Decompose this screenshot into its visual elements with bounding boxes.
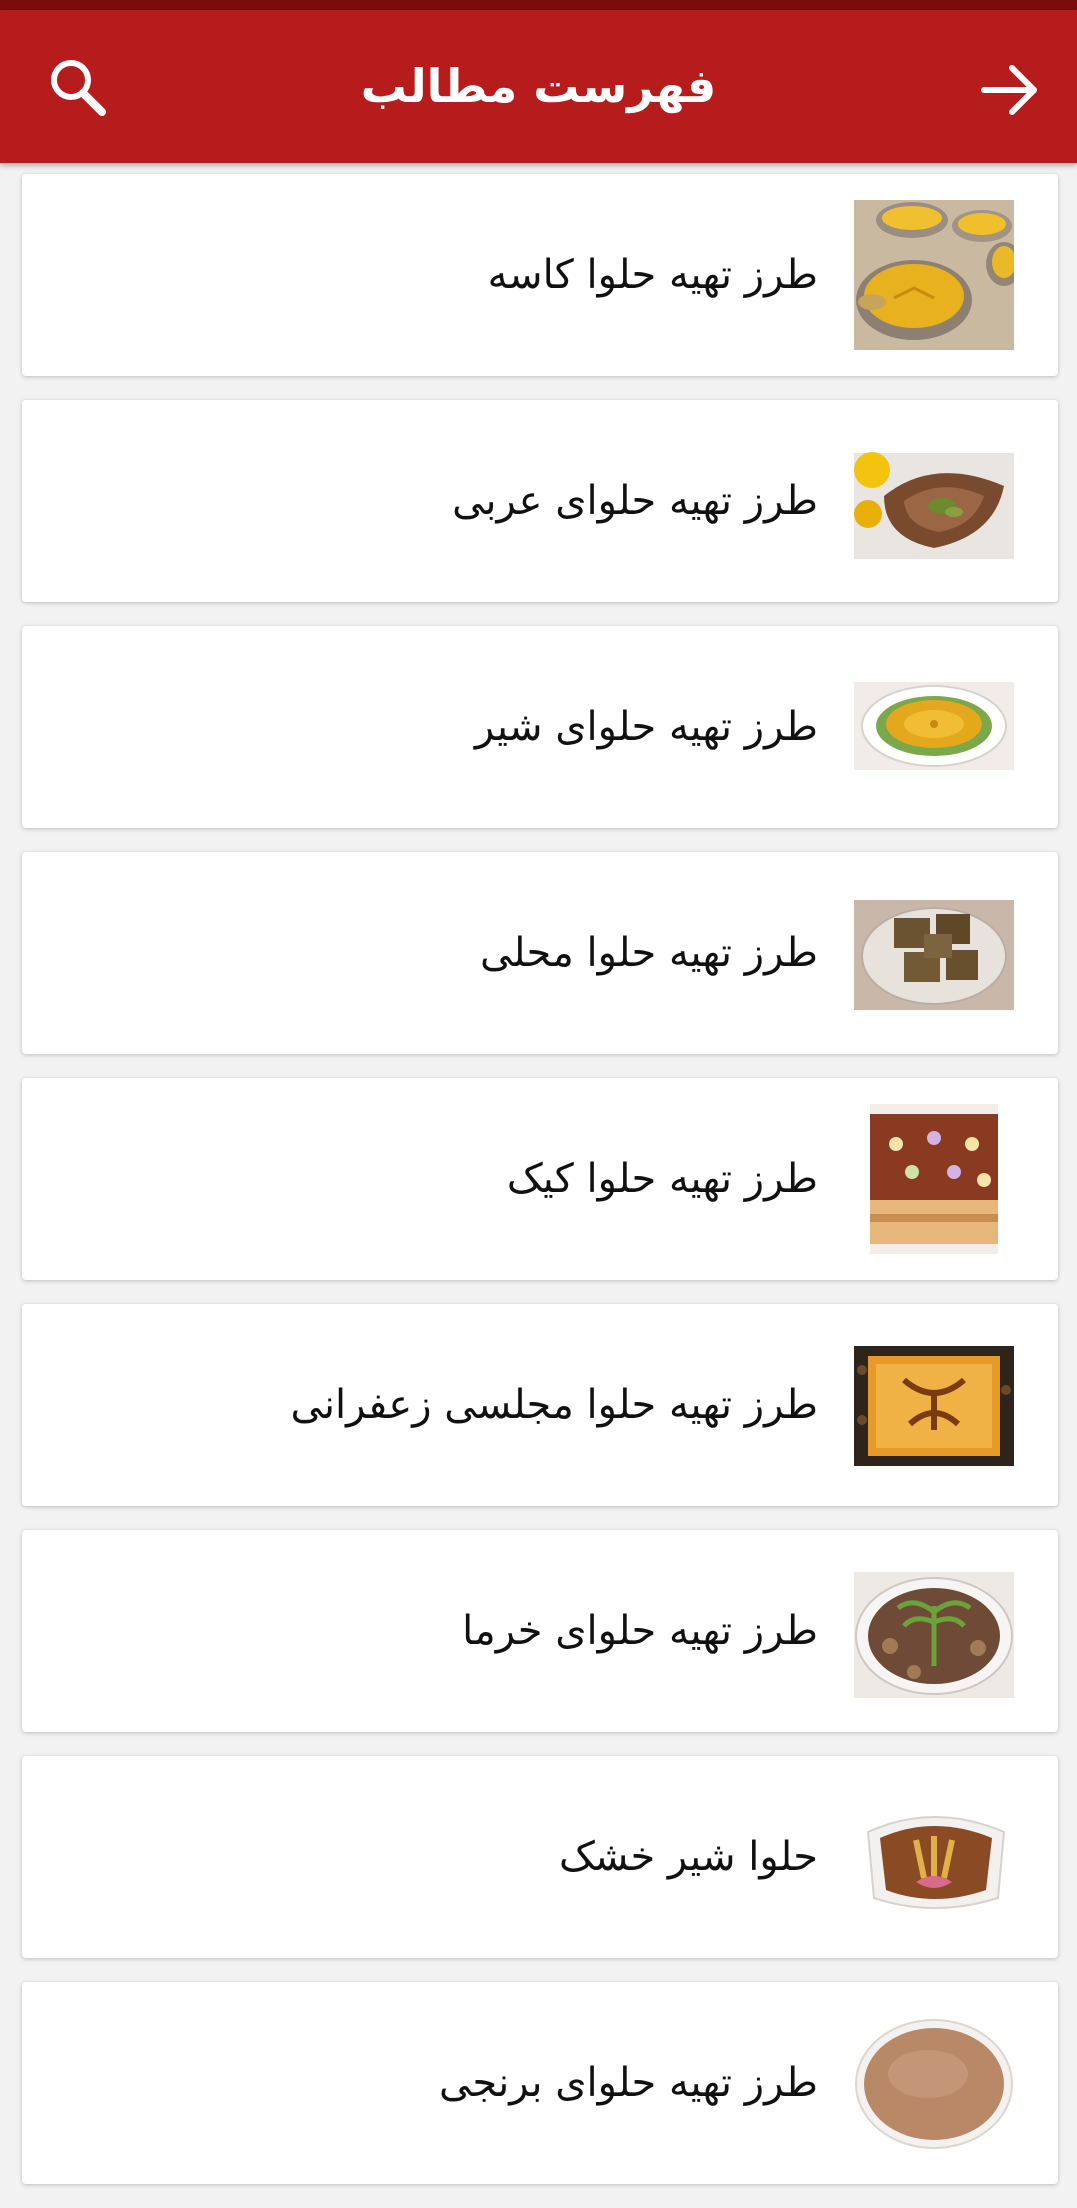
- list-item[interactable]: طرز تهیه حلوا کیک: [22, 1078, 1058, 1280]
- list-item-title: طرز تهیه حلوای عربی: [452, 478, 818, 524]
- status-bar: [0, 0, 1077, 10]
- list-item-title: حلوا شیر خشک: [558, 1834, 818, 1880]
- page-title: فهرست مطالب: [360, 59, 717, 113]
- list-item-title: طرز تهیه حلوای برنجی: [438, 2060, 818, 2106]
- list-item[interactable]: طرز تهیه حلوا مجلسی زعفرانی: [22, 1304, 1058, 1506]
- list-item[interactable]: طرز تهیه حلوای عربی: [22, 400, 1058, 602]
- app-bar: فهرست مطالب: [0, 10, 1077, 163]
- local-halva-image: [854, 878, 1014, 1028]
- search-button[interactable]: [38, 50, 118, 130]
- halva-bowls-image: [854, 200, 1014, 350]
- list-item-title: طرز تهیه حلوا کیک: [506, 1156, 818, 1202]
- list-item[interactable]: حلوا شیر خشک: [22, 1756, 1058, 1958]
- list-item[interactable]: طرز تهیه حلوا محلی: [22, 852, 1058, 1054]
- search-icon: [51, 60, 106, 116]
- rice-halva-image: [854, 2008, 1014, 2158]
- list-item[interactable]: طرز تهیه حلوا کاسه: [22, 174, 1058, 376]
- milk-halva-image: [854, 652, 1014, 802]
- arabic-halva-image: [854, 426, 1014, 576]
- list-item-title: طرز تهیه حلوا کاسه: [487, 252, 818, 298]
- date-halva-image: [854, 1556, 1014, 1706]
- list-item-title: طرز تهیه حلوای شیر: [474, 704, 818, 750]
- halva-cake-image: [854, 1104, 1014, 1254]
- back-button[interactable]: [970, 50, 1050, 130]
- powdered-milk-halva-image: [854, 1782, 1014, 1932]
- saffron-halva-image: [854, 1330, 1014, 1480]
- list-item-title: طرز تهیه حلوای خرما: [462, 1608, 818, 1654]
- list-item[interactable]: طرز تهیه حلوای خرما: [22, 1530, 1058, 1732]
- arrow-right-icon: [981, 65, 1037, 115]
- list-item[interactable]: طرز تهیه حلوای برنجی: [22, 1982, 1058, 2184]
- article-list: طرز تهیه حلوا کاسه طرز تهیه حلوای عربی ط…: [22, 174, 1058, 2208]
- list-item-title: طرز تهیه حلوا مجلسی زعفرانی: [290, 1382, 819, 1428]
- list-item-title: طرز تهیه حلوا محلی: [479, 930, 818, 976]
- list-item[interactable]: طرز تهیه حلوای شیر: [22, 626, 1058, 828]
